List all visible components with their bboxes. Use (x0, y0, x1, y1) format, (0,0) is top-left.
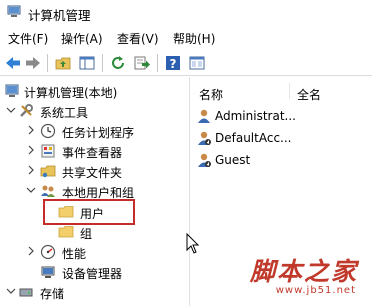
chevron-right-icon[interactable] (26, 125, 36, 135)
user-name: Guest (215, 153, 251, 167)
tree-item-storage[interactable]: 存储 (0, 282, 189, 302)
tree-item-label: 性能 (62, 247, 87, 261)
clock-icon (40, 123, 56, 139)
watermark-url: www.jb51.net (275, 285, 356, 296)
tree-item-label: 存储 (40, 287, 65, 301)
menu-action[interactable]: 操作(A) (61, 30, 103, 47)
watermark-title: 脚本之家 (249, 257, 358, 286)
device-manager-icon (41, 266, 55, 278)
toolbar-separator (47, 54, 48, 72)
chevron-right-icon[interactable] (26, 246, 36, 256)
tree-item-label: 设备管理器 (62, 267, 123, 281)
tree-item-groups[interactable]: 组 (0, 222, 189, 242)
svg-text:?: ? (170, 57, 177, 71)
chevron-down-icon[interactable] (26, 185, 36, 195)
tree-item-label: 系统工具 (40, 106, 89, 120)
tree-item-local-users-groups[interactable]: 本地用户和组 (0, 181, 189, 201)
list-item[interactable]: Administrat... (191, 105, 372, 127)
menu-file[interactable]: 文件(F) (8, 30, 48, 47)
mouse-cursor-icon (186, 233, 200, 254)
up-folder-icon[interactable] (54, 54, 72, 72)
tree-item-label: 任务计划程序 (62, 126, 135, 140)
tree-item-label: 事件查看器 (62, 146, 123, 160)
chevron-right-icon[interactable] (26, 165, 36, 175)
user-name: DefaultAcc... (215, 131, 292, 145)
computer-management-icon (5, 84, 19, 97)
toolbar-separator (102, 54, 103, 72)
user-name: Administrat... (215, 109, 296, 123)
menu-bar: 文件(F) 操作(A) 查看(V) 帮助(H) (0, 26, 372, 50)
shared-folder-icon (40, 165, 56, 178)
toolbar: ? (0, 50, 372, 76)
tree-item-performance[interactable]: 性能 (0, 242, 189, 262)
chevron-down-icon[interactable] (6, 105, 16, 115)
tree-item-label: 组 (80, 227, 93, 241)
disabled-user-icon (198, 153, 211, 167)
list-item[interactable]: DefaultAcc... (191, 127, 372, 149)
window-title: 计算机管理 (28, 8, 91, 23)
chevron-down-icon[interactable] (6, 286, 16, 296)
show-hide-tree-icon[interactable] (78, 54, 96, 72)
export-list-icon[interactable] (133, 54, 151, 72)
tree-item-shared-folders[interactable]: 共享文件夹 (0, 161, 189, 181)
users-group-icon (41, 185, 55, 197)
menu-help[interactable]: 帮助(H) (173, 30, 215, 47)
column-separator[interactable] (289, 83, 290, 99)
event-viewer-icon (41, 144, 55, 158)
toolbar-separator (157, 54, 158, 72)
navigation-tree: 计算机管理(本地) 系统工具 任务计划程序 事件查看器 共享文件夹 本地用户和组… (0, 77, 190, 306)
help-icon[interactable]: ? (164, 54, 182, 72)
user-icon (198, 109, 210, 123)
storage-icon (19, 288, 33, 297)
tree-item-root[interactable]: 计算机管理(本地) (0, 81, 189, 101)
tree-item-system-tools[interactable]: 系统工具 (0, 101, 189, 121)
computer-management-icon (7, 5, 21, 17)
refresh-icon[interactable] (109, 54, 127, 72)
forward-arrow-icon[interactable] (24, 54, 42, 72)
menu-view[interactable]: 查看(V) (117, 30, 159, 47)
tree-item-task-scheduler[interactable]: 任务计划程序 (0, 121, 189, 141)
selected-item-highlight (43, 199, 135, 225)
tree-item-event-viewer[interactable]: 事件查看器 (0, 141, 189, 161)
watermark: 脚本之家 www.jb51.net (236, 252, 366, 300)
folder-icon (58, 226, 74, 238)
chevron-right-icon[interactable] (26, 145, 36, 155)
properties-icon[interactable] (188, 54, 206, 72)
back-arrow-icon[interactable] (4, 54, 22, 72)
disabled-user-icon (198, 131, 211, 145)
performance-icon (40, 244, 56, 260)
list-item[interactable]: Guest (191, 149, 372, 171)
tools-icon (20, 104, 33, 117)
tree-item-device-manager[interactable]: 设备管理器 (0, 262, 189, 282)
tree-item-label: 计算机管理(本地) (24, 86, 118, 100)
title-bar: 计算机管理 (0, 0, 372, 26)
tree-item-label: 共享文件夹 (62, 166, 123, 180)
